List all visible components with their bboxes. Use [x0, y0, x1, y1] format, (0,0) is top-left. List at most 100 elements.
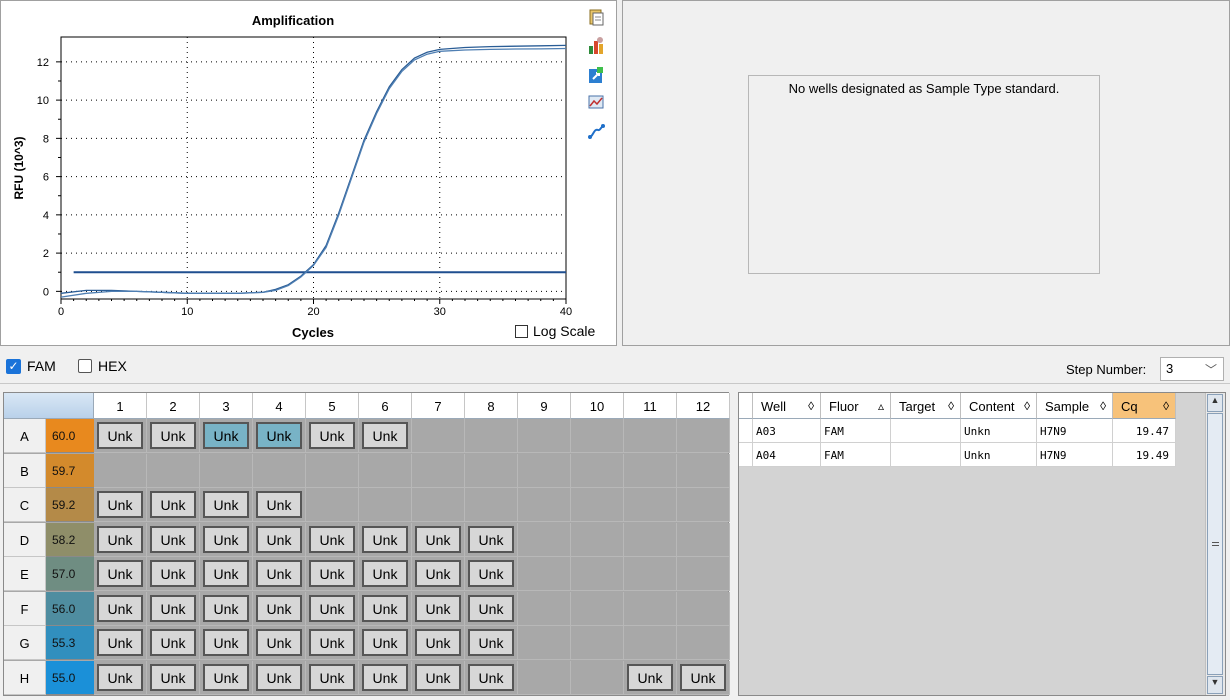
plate-well[interactable]: [359, 488, 412, 522]
sort-icon[interactable]: ▵: [878, 399, 884, 413]
results-cell[interactable]: Unkn: [961, 443, 1037, 467]
plate-well[interactable]: [518, 660, 571, 695]
amplification-chart[interactable]: Amplification Cycles RFU (10^3) 0 10 20 30 40 0 2…: [1, 1, 616, 345]
scroll-thumb[interactable]: [1207, 413, 1223, 675]
plate-well[interactable]: Unk: [359, 626, 412, 660]
plate-well[interactable]: Unk: [253, 419, 306, 453]
plate-well[interactable]: [94, 453, 147, 488]
plate-well[interactable]: Unk: [465, 660, 518, 695]
plate-well[interactable]: [677, 419, 730, 453]
plate-well[interactable]: [465, 453, 518, 488]
plate-well[interactable]: [624, 557, 677, 591]
plate-well[interactable]: [306, 488, 359, 522]
plate-column-header[interactable]: 6: [359, 393, 412, 419]
export-icon[interactable]: [586, 65, 606, 85]
plate-well[interactable]: Unk: [200, 488, 253, 522]
plate-well[interactable]: [412, 453, 465, 488]
results-cell[interactable]: 19.47: [1113, 419, 1176, 443]
plate-column-header[interactable]: 1: [94, 393, 147, 419]
plate-row-header[interactable]: D: [4, 522, 46, 557]
plate-well[interactable]: Unk: [94, 591, 147, 626]
plate-well[interactable]: Unk: [200, 522, 253, 557]
plate-row-header[interactable]: F: [4, 591, 46, 626]
plate-well[interactable]: Unk: [306, 419, 359, 453]
sort-icon[interactable]: ◊: [1100, 399, 1106, 413]
plate-well[interactable]: [465, 419, 518, 453]
log-scale-box[interactable]: [515, 324, 528, 338]
fluor-fam-checkbox[interactable]: ✓ FAM: [6, 358, 56, 374]
plate-well[interactable]: Unk: [359, 557, 412, 591]
plate-well[interactable]: [412, 419, 465, 453]
sort-icon[interactable]: ◊: [1024, 399, 1030, 413]
results-cell[interactable]: [891, 443, 961, 467]
plate-well[interactable]: Unk: [359, 660, 412, 695]
plate-well[interactable]: Unk: [94, 419, 147, 453]
plate-well[interactable]: Unk: [253, 522, 306, 557]
plate-well[interactable]: Unk: [94, 488, 147, 522]
plate-well[interactable]: Unk: [677, 660, 730, 695]
plate-well[interactable]: [518, 488, 571, 522]
plate-well[interactable]: Unk: [200, 660, 253, 695]
plate-row-header[interactable]: A: [4, 419, 46, 453]
plate-well[interactable]: Unk: [200, 591, 253, 626]
plate-well[interactable]: [624, 419, 677, 453]
plate-well[interactable]: Unk: [253, 626, 306, 660]
plate-well[interactable]: Unk: [94, 626, 147, 660]
results-cell[interactable]: [891, 419, 961, 443]
plate-well[interactable]: [571, 522, 624, 557]
results-cell[interactable]: 19.49: [1113, 443, 1176, 467]
plate-well[interactable]: Unk: [465, 626, 518, 660]
results-column-header[interactable]: Well ◊: [753, 393, 821, 419]
results-column-header[interactable]: Sample ◊: [1037, 393, 1113, 419]
plate-well[interactable]: [624, 522, 677, 557]
plate-well[interactable]: Unk: [412, 660, 465, 695]
plate-column-header[interactable]: 8: [465, 393, 518, 419]
results-cell[interactable]: A03: [753, 419, 821, 443]
plate-well[interactable]: Unk: [306, 522, 359, 557]
fluor-hex-checkbox[interactable]: HEX: [78, 358, 127, 374]
step-number-select[interactable]: 3 ﹀: [1160, 357, 1224, 381]
log-scale-checkbox[interactable]: Log Scale: [515, 322, 595, 340]
plate-well[interactable]: [200, 453, 253, 488]
plate-row-header[interactable]: C: [4, 488, 46, 522]
plate-well[interactable]: Unk: [359, 419, 412, 453]
results-column-header[interactable]: Content ◊: [961, 393, 1037, 419]
plate-well[interactable]: [147, 453, 200, 488]
results-cell[interactable]: H7N9: [1037, 443, 1113, 467]
plate-well[interactable]: [677, 591, 730, 626]
plate-well[interactable]: Unk: [253, 591, 306, 626]
plate-well[interactable]: Unk: [359, 591, 412, 626]
plate-well[interactable]: [677, 557, 730, 591]
plate-well[interactable]: [518, 626, 571, 660]
plate-well[interactable]: Unk: [624, 660, 677, 695]
plate-well[interactable]: Unk: [306, 591, 359, 626]
plate-row-header[interactable]: H: [4, 660, 46, 695]
plate-well[interactable]: [571, 453, 624, 488]
sort-icon[interactable]: ◊: [948, 399, 954, 413]
results-column-header[interactable]: Cq ◊: [1113, 393, 1176, 419]
results-cell[interactable]: Unkn: [961, 419, 1037, 443]
results-cell[interactable]: FAM: [821, 443, 891, 467]
plate-row-header[interactable]: B: [4, 453, 46, 488]
plate-well[interactable]: [624, 453, 677, 488]
plate-column-header[interactable]: 11: [624, 393, 677, 419]
plate-row-header[interactable]: G: [4, 626, 46, 660]
results-cell[interactable]: A04: [753, 443, 821, 467]
plate-well[interactable]: Unk: [306, 557, 359, 591]
plate-well[interactable]: [571, 660, 624, 695]
plate-well[interactable]: Unk: [147, 419, 200, 453]
scroll-up-icon[interactable]: ▲: [1207, 394, 1223, 412]
scroll-down-icon[interactable]: ▼: [1207, 676, 1223, 694]
sort-icon[interactable]: ◊: [808, 399, 814, 413]
plate-well[interactable]: Unk: [465, 591, 518, 626]
plate-well[interactable]: Unk: [306, 626, 359, 660]
plate-well[interactable]: Unk: [465, 522, 518, 557]
row-selector[interactable]: [739, 419, 753, 443]
plate-well[interactable]: [518, 557, 571, 591]
plate-well[interactable]: Unk: [412, 522, 465, 557]
plate-well[interactable]: Unk: [147, 591, 200, 626]
plate-well[interactable]: Unk: [94, 522, 147, 557]
plate-well[interactable]: Unk: [253, 660, 306, 695]
plate-well[interactable]: Unk: [253, 557, 306, 591]
curve-fit-icon[interactable]: [586, 122, 606, 142]
